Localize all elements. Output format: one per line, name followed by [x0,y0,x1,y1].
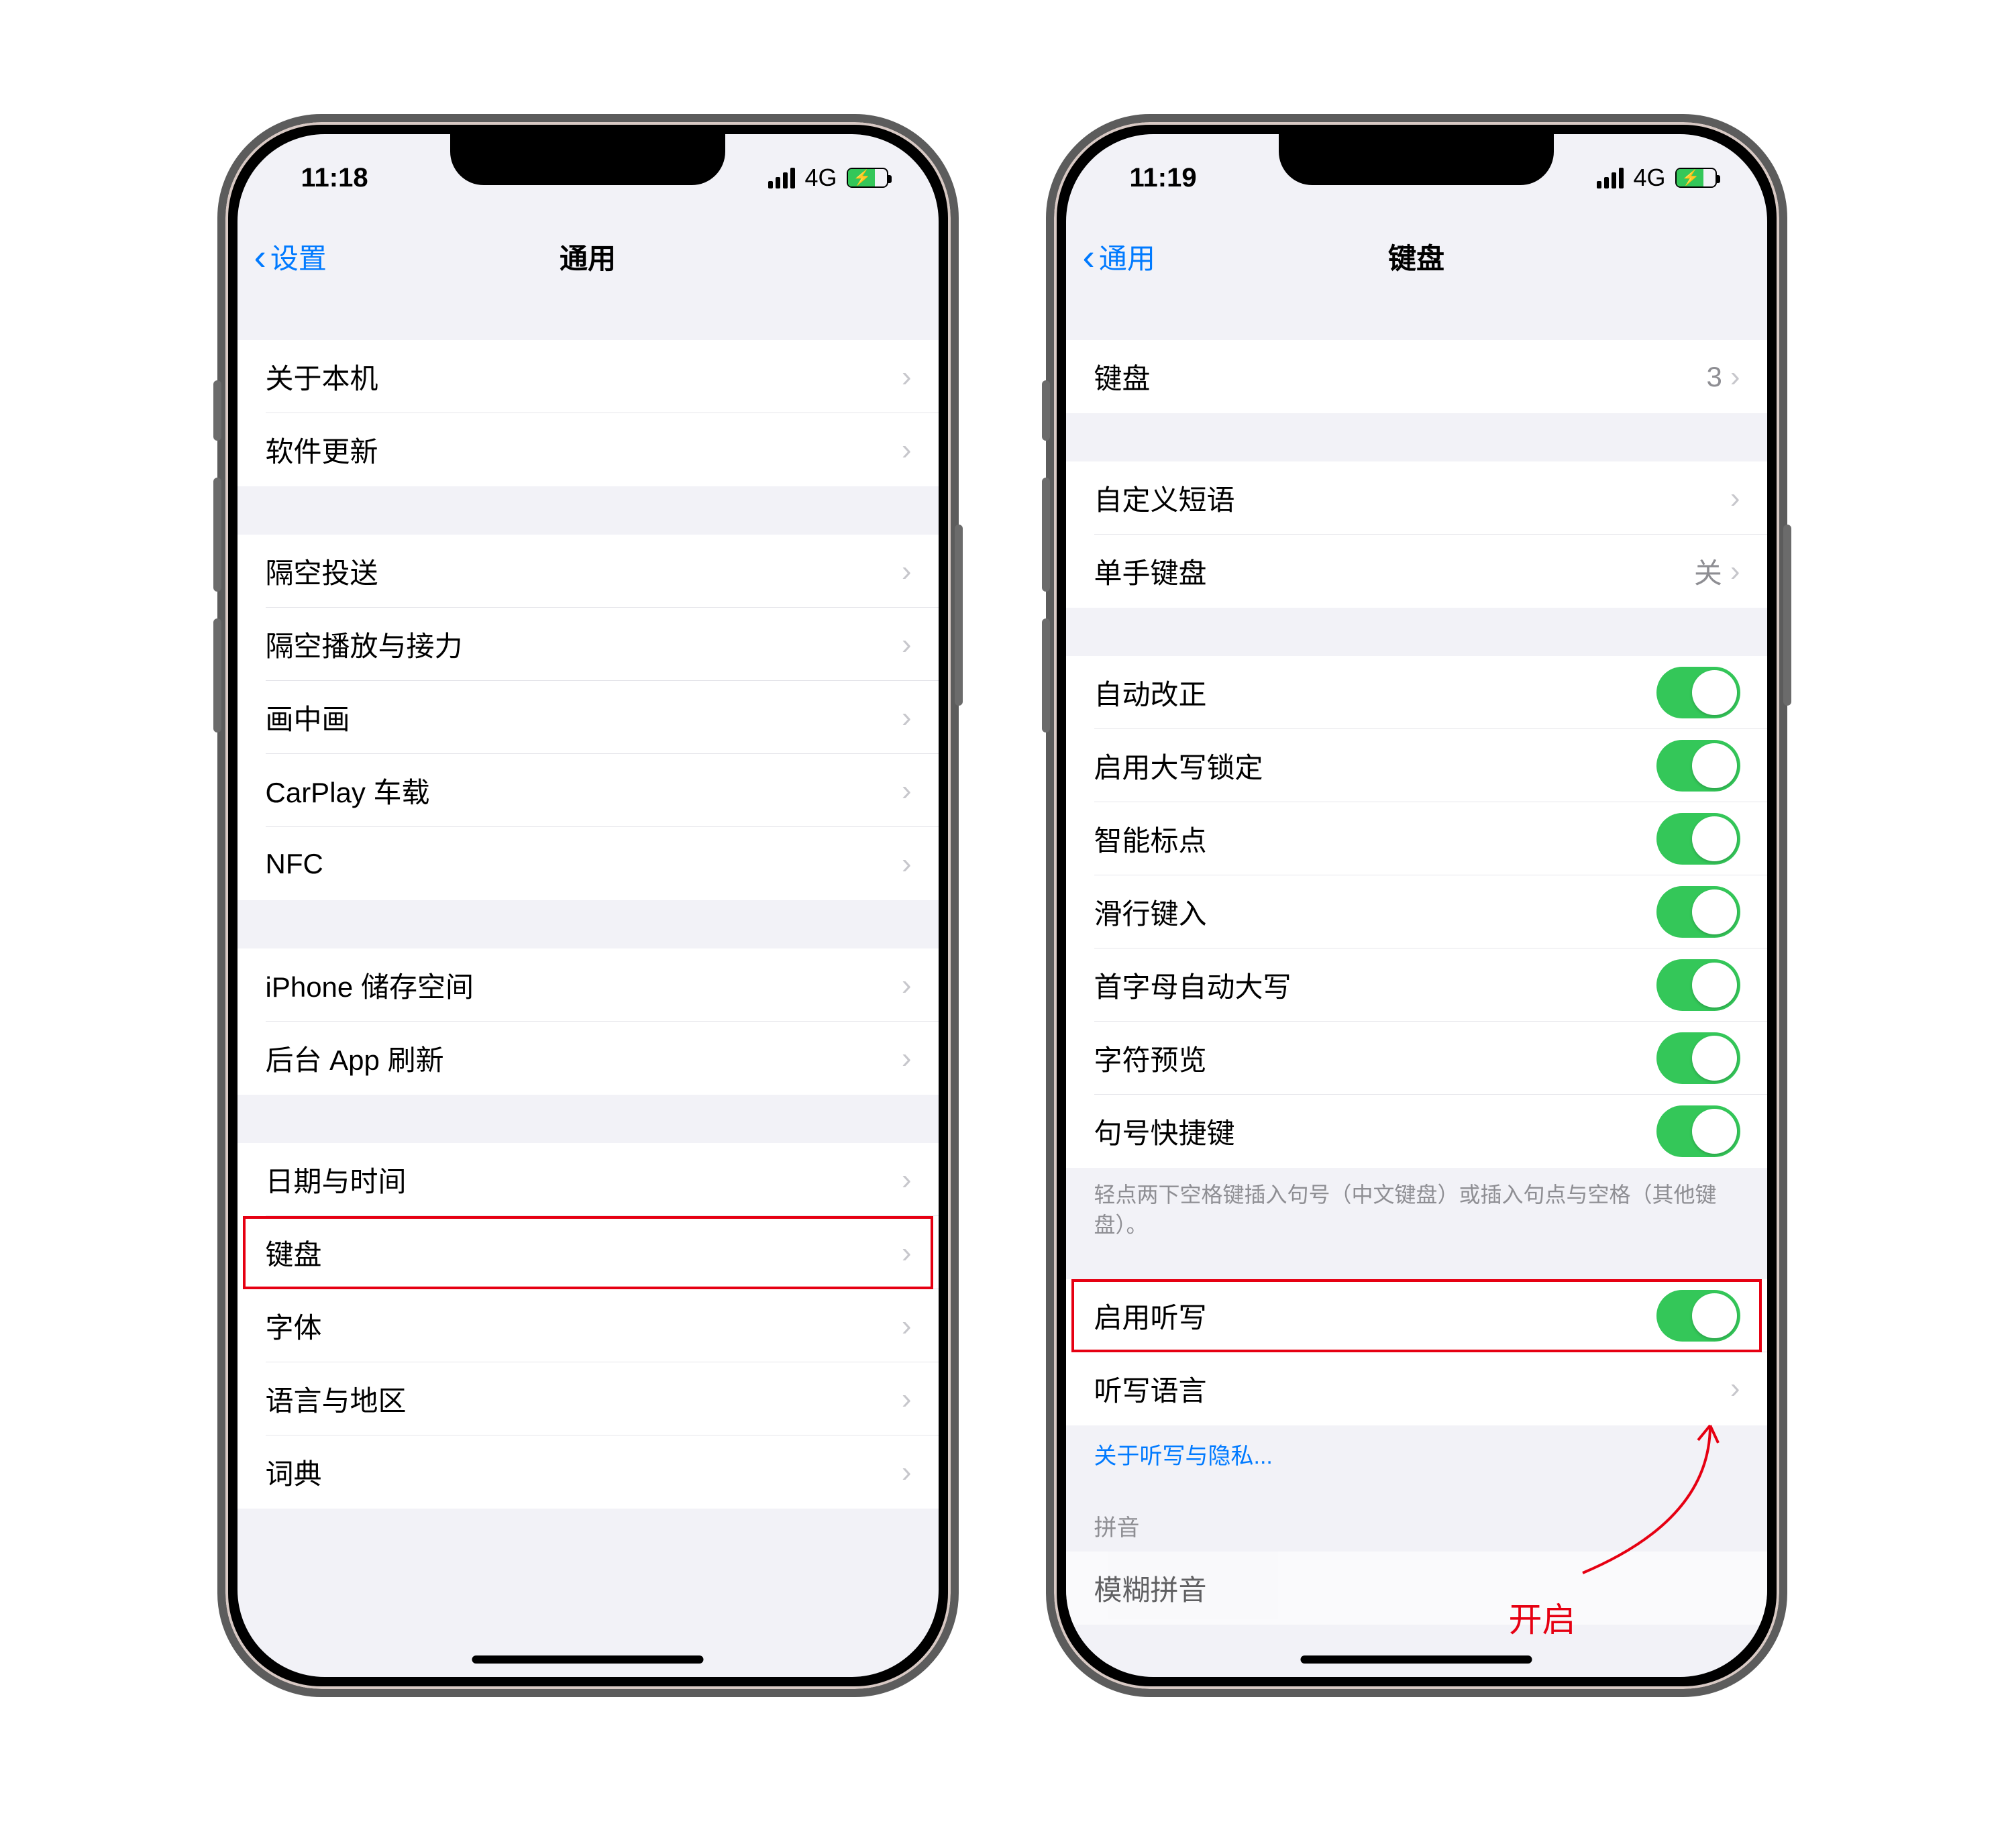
cell-value: 关 [1694,551,1722,592]
chevron-right-icon: › [1730,360,1740,394]
cell-airdrop[interactable]: 隔空投送› [238,535,939,608]
cell-auto-capitalization[interactable]: 首字母自动大写 [1066,948,1767,1022]
chevron-left-icon: ‹ [1083,235,1095,278]
status-time: 11:18 [301,163,368,193]
phone-frame-right: 11:19 4G ⚡ ‹ 通用 键盘 键盘 3 › 自定义短语› [1046,114,1787,1697]
cell-keyboard[interactable]: 键盘› [238,1216,939,1289]
chevron-left-icon: ‹ [254,235,266,278]
power-button [955,525,963,706]
cell-fonts[interactable]: 字体› [238,1289,939,1362]
cell-date-time[interactable]: 日期与时间› [238,1143,939,1216]
screen-left: 11:18 4G ⚡ ‹ 设置 通用 关于本机› 软件更新› 隔空投送› 隔空播… [238,134,939,1677]
privacy-link[interactable]: 关于听写与隐私... [1066,1425,1767,1482]
cell-pip[interactable]: 画中画› [238,681,939,754]
cell-dictation-languages[interactable]: 听写语言› [1066,1352,1767,1425]
signal-icon [1597,168,1624,188]
chevron-right-icon: › [1730,1372,1740,1405]
cell-enable-dictation[interactable]: 启用听写 [1066,1279,1767,1352]
chevron-right-icon: › [902,628,912,661]
toggle-switch[interactable] [1656,886,1740,938]
chevron-right-icon: › [1730,482,1740,515]
chevron-right-icon: › [902,555,912,588]
cell-nfc[interactable]: NFC› [238,827,939,900]
cell-auto-correction[interactable]: 自动改正 [1066,656,1767,729]
battery-icon: ⚡ [1675,168,1717,188]
cell-carplay[interactable]: CarPlay 车载› [238,754,939,827]
toggle-switch[interactable] [1656,813,1740,865]
toggle-switch[interactable] [1656,740,1740,792]
network-label: 4G [1633,164,1665,192]
power-button [1783,525,1791,706]
cell-text-replacement[interactable]: 自定义短语› [1066,461,1767,535]
notch [450,134,725,185]
volume-down [213,618,221,732]
chevron-right-icon: › [902,1382,912,1416]
cell-caps-lock[interactable]: 启用大写锁定 [1066,729,1767,802]
mute-switch [213,380,221,441]
cell-about[interactable]: 关于本机› [238,340,939,413]
status-time: 11:19 [1130,163,1197,193]
nav-bar: ‹ 设置 通用 [238,221,939,292]
nav-bar: ‹ 通用 键盘 [1066,221,1767,292]
cell-value: 3 [1706,361,1722,393]
chevron-right-icon: › [902,774,912,808]
chevron-right-icon: › [902,701,912,735]
chevron-right-icon: › [902,1309,912,1343]
toggle-switch[interactable] [1656,1032,1740,1084]
toggle-switch[interactable] [1656,959,1740,1011]
home-indicator[interactable] [1301,1655,1532,1664]
settings-list[interactable]: 关于本机› 软件更新› 隔空投送› 隔空播放与接力› 画中画› CarPlay … [238,292,939,1677]
back-button[interactable]: ‹ 设置 [254,235,327,278]
toggle-switch[interactable] [1656,667,1740,718]
toggle-footer-note: 轻点两下空格键插入句号（中文键盘）或插入句点与空格（其他键盘）。 [1066,1168,1767,1252]
network-label: 4G [804,164,837,192]
volume-down [1042,618,1050,732]
back-button[interactable]: ‹ 通用 [1083,235,1155,278]
chevron-right-icon: › [902,1456,912,1489]
signal-icon [768,168,795,188]
cell-one-handed[interactable]: 单手键盘 关 › [1066,535,1767,608]
annotation-text: 开启 [1509,1593,1576,1641]
cell-language-region[interactable]: 语言与地区› [238,1362,939,1435]
toggle-switch[interactable] [1656,1105,1740,1157]
cell-period-shortcut[interactable]: 句号快捷键 [1066,1095,1767,1168]
battery-icon: ⚡ [847,168,888,188]
notch [1279,134,1554,185]
chevron-right-icon: › [902,1042,912,1075]
home-indicator[interactable] [472,1655,704,1664]
back-label: 通用 [1099,236,1155,277]
back-label: 设置 [270,236,327,277]
page-title: 键盘 [1066,236,1767,277]
volume-up [1042,478,1050,592]
page-title: 通用 [238,236,939,277]
chevron-right-icon: › [1730,555,1740,588]
chevron-right-icon: › [902,433,912,467]
cell-storage[interactable]: iPhone 储存空间› [238,948,939,1022]
cell-keyboards[interactable]: 键盘 3 › [1066,340,1767,413]
volume-up [213,478,221,592]
cell-dictionary[interactable]: 词典› [238,1435,939,1509]
screen-right: 11:19 4G ⚡ ‹ 通用 键盘 键盘 3 › 自定义短语› [1066,134,1767,1677]
chevron-right-icon: › [902,1163,912,1197]
cell-airplay[interactable]: 隔空播放与接力› [238,608,939,681]
chevron-right-icon: › [902,1236,912,1270]
cell-slide-to-type[interactable]: 滑行键入 [1066,875,1767,948]
chevron-right-icon: › [902,360,912,394]
pinyin-header: 拼音 [1066,1482,1767,1552]
cell-smart-punctuation[interactable]: 智能标点 [1066,802,1767,875]
toggle-switch[interactable] [1656,1290,1740,1342]
chevron-right-icon: › [902,969,912,1002]
cell-software-update[interactable]: 软件更新› [238,413,939,486]
cell-background-refresh[interactable]: 后台 App 刷新› [238,1022,939,1095]
phone-frame-left: 11:18 4G ⚡ ‹ 设置 通用 关于本机› 软件更新› 隔空投送› 隔空播… [217,114,959,1697]
cell-character-preview[interactable]: 字符预览 [1066,1022,1767,1095]
chevron-right-icon: › [902,847,912,881]
mute-switch [1042,380,1050,441]
keyboard-settings-list[interactable]: 键盘 3 › 自定义短语› 单手键盘 关 › 自动改正 启用大写锁定 智能标点 … [1066,292,1767,1677]
cell-fuzzy-pinyin[interactable]: 模糊拼音 [1066,1552,1767,1625]
